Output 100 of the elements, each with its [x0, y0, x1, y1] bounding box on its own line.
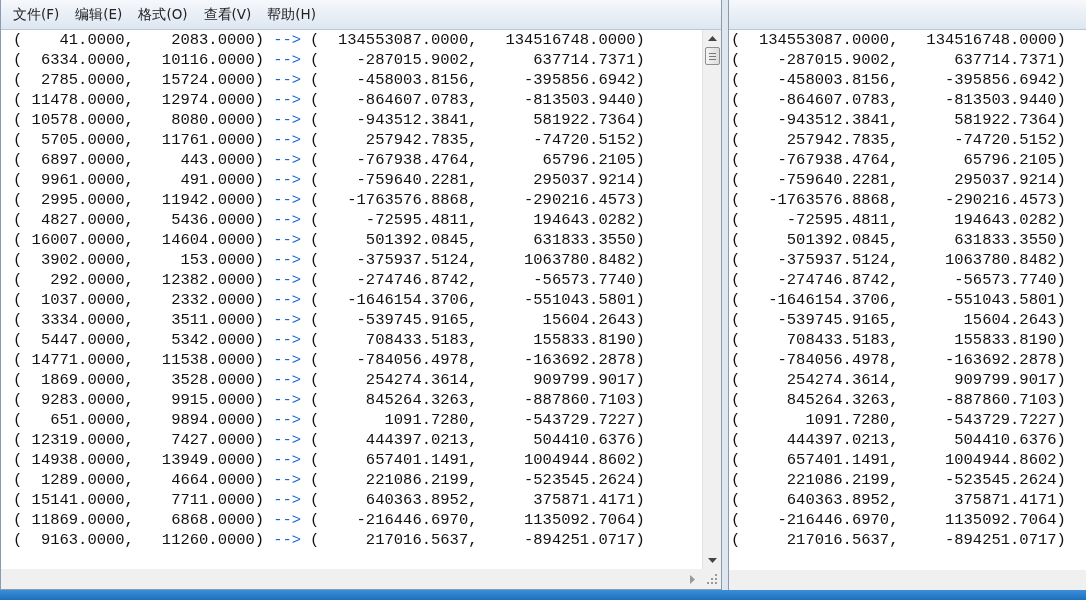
output-coordinates: ( 657401.1491, 1004944.8602): [731, 450, 1066, 470]
input-coordinates: ( 292.0000, 12382.0000): [13, 270, 265, 290]
arrow-symbol: -->: [273, 530, 302, 550]
output-coordinates: ( 501392.0845, 631833.3550): [310, 230, 645, 250]
input-coordinates: ( 1289.0000, 4664.0000): [13, 470, 265, 490]
arrow-symbol: -->: [273, 90, 302, 110]
scroll-down-icon[interactable]: [707, 558, 717, 563]
output-coordinates: ( 708433.5183, 155833.8190): [310, 330, 645, 350]
scroll-right-icon[interactable]: [690, 574, 695, 584]
input-coordinates: ( 14771.0000, 11538.0000): [13, 350, 265, 370]
output-coordinates: ( 708433.5183, 155833.8190): [731, 330, 1066, 350]
output-coordinates: ( -943512.3841, 581922.7364): [731, 110, 1066, 130]
input-coordinates: ( 41.0000, 2083.0000): [13, 30, 265, 50]
input-coordinates: ( 5447.0000, 5342.0000): [13, 330, 265, 350]
output-coordinates: ( -767938.4764, 65796.2105): [731, 150, 1066, 170]
grip-icon: [708, 52, 716, 60]
arrow-symbol: -->: [273, 470, 302, 490]
input-coordinates: ( 9283.0000, 9915.0000): [13, 390, 265, 410]
arrow-symbol: -->: [273, 450, 302, 470]
output-coordinates: ( -943512.3841, 581922.7364): [310, 110, 645, 130]
output-coordinates: ( 640363.8952, 375871.4171): [731, 490, 1066, 510]
vertical-scrollbar[interactable]: [702, 30, 721, 569]
arrow-symbol: -->: [273, 30, 302, 50]
scroll-thumb[interactable]: [704, 47, 720, 65]
input-coordinates: ( 14938.0000, 13949.0000): [13, 450, 265, 470]
output-coordinates: ( 221086.2199, -523545.2624): [310, 470, 645, 490]
arrow-symbol: -->: [273, 150, 302, 170]
output-coordinates: ( -458003.8156, -395856.6942): [731, 70, 1066, 90]
arrow-symbol: -->: [273, 70, 302, 90]
output-coordinates: ( 257942.7835, -74720.5152): [731, 130, 1066, 150]
arrow-symbol: -->: [273, 410, 302, 430]
input-coordinates: ( 9961.0000, 491.0000): [13, 170, 265, 190]
output-coordinates: ( 845264.3263, -887860.7103): [731, 390, 1066, 410]
menu-item[interactable]: 格式(O): [132, 2, 194, 27]
menu-item[interactable]: 文件(F): [7, 2, 66, 27]
output-coordinates: ( -274746.8742, -56573.7740): [310, 270, 645, 290]
output-coordinates: ( -1646154.3706, -551043.5801): [731, 290, 1066, 310]
arrow-symbol: -->: [273, 130, 302, 150]
arrow-symbol: -->: [273, 290, 302, 310]
input-coordinates: ( 651.0000, 9894.0000): [13, 410, 265, 430]
input-coordinates: ( 2995.0000, 11942.0000): [13, 190, 265, 210]
arrow-symbol: -->: [273, 510, 302, 530]
output-coordinates: ( -287015.9002, 637714.7371): [731, 50, 1066, 70]
scroll-up-icon[interactable]: [707, 36, 717, 41]
arrow-symbol: -->: [273, 250, 302, 270]
output-coordinates: ( 254274.3614, 909799.9017): [310, 370, 645, 390]
menu-item[interactable]: 编辑(E): [69, 2, 129, 27]
output-coordinates: ( -864607.0783, -813503.9440): [731, 90, 1066, 110]
output-coordinates: ( 657401.1491, 1004944.8602): [310, 450, 645, 470]
input-coordinates: ( 12319.0000, 7427.0000): [13, 430, 265, 450]
output-coordinates: ( 444397.0213, 504410.6376): [731, 430, 1066, 450]
output-coordinates: ( -759640.2281, 295037.9214): [310, 170, 645, 190]
output-coordinates: ( -767938.4764, 65796.2105): [310, 150, 645, 170]
arrow-symbol: -->: [273, 170, 302, 190]
arrow-symbol: -->: [273, 310, 302, 330]
arrow-symbol: -->: [273, 270, 302, 290]
input-coordinates: ( 2785.0000, 15724.0000): [13, 70, 265, 90]
output-coordinates: ( -784056.4978, -163692.2878): [731, 350, 1066, 370]
output-coordinates: ( 1091.7280, -543729.7227): [731, 410, 1066, 430]
output-coordinates: ( 257942.7835, -74720.5152): [310, 130, 645, 150]
input-coordinates: ( 1869.0000, 3528.0000): [13, 370, 265, 390]
input-coordinates: ( 4827.0000, 5436.0000): [13, 210, 265, 230]
input-coordinates: ( 11869.0000, 6868.0000): [13, 510, 265, 530]
output-coordinates: ( -375937.5124, 1063780.8482): [310, 250, 645, 270]
output-coordinates: ( 221086.2199, -523545.2624): [731, 470, 1066, 490]
output-coordinates: ( 134553087.0000, 134516748.0000): [310, 30, 645, 50]
output-coordinates: ( -864607.0783, -813503.9440): [310, 90, 645, 110]
arrow-symbol: -->: [273, 390, 302, 410]
output-coordinates: ( 501392.0845, 631833.3550): [731, 230, 1066, 250]
output-coordinates: ( 1091.7280, -543729.7227): [310, 410, 645, 430]
output-coordinates: ( -539745.9165, 15604.2643): [731, 310, 1066, 330]
output-coordinates: ( -375937.5124, 1063780.8482): [731, 250, 1066, 270]
output-coordinates: ( -287015.9002, 637714.7371): [310, 50, 645, 70]
menu-item[interactable]: 查看(V): [197, 2, 258, 27]
output-coordinates: ( 217016.5637, -894251.0717): [731, 530, 1066, 550]
menu-item[interactable]: 帮助(H): [261, 2, 323, 27]
output-coordinates: ( -539745.9165, 15604.2643): [310, 310, 645, 330]
arrow-symbol: -->: [273, 350, 302, 370]
output-coordinates: ( 845264.3263, -887860.7103): [310, 390, 645, 410]
output-coordinates: ( 217016.5637, -894251.0717): [310, 530, 645, 550]
arrow-symbol: -->: [273, 210, 302, 230]
input-coordinates: ( 6897.0000, 443.0000): [13, 150, 265, 170]
input-coordinates: ( 1037.0000, 2332.0000): [13, 290, 265, 310]
input-coordinates: ( 6334.0000, 10116.0000): [13, 50, 265, 70]
input-coordinates: ( 9163.0000, 11260.0000): [13, 530, 265, 550]
output-coordinates: ( -1763576.8868, -290216.4573): [310, 190, 645, 210]
input-coordinates: ( 11478.0000, 12974.0000): [13, 90, 265, 110]
output-coordinates: ( -1646154.3706, -551043.5801): [310, 290, 645, 310]
output-coordinates: ( 640363.8952, 375871.4171): [310, 490, 645, 510]
arrow-symbol: -->: [273, 430, 302, 450]
output-coordinates: ( -759640.2281, 295037.9214): [731, 170, 1066, 190]
arrow-symbol: -->: [273, 190, 302, 210]
output-coordinates: ( -72595.4811, 194643.0282): [310, 210, 645, 230]
input-coordinates: ( 16007.0000, 14604.0000): [13, 230, 265, 250]
resize-grip-icon[interactable]: [707, 574, 717, 584]
output-coordinates: ( -216446.6970, 1135092.7064): [731, 510, 1066, 530]
output-coordinates: ( -216446.6970, 1135092.7064): [310, 510, 645, 530]
output-coordinates: ( 254274.3614, 909799.9017): [731, 370, 1066, 390]
input-coordinates: ( 10578.0000, 8080.0000): [13, 110, 265, 130]
output-coordinates: ( -784056.4978, -163692.2878): [310, 350, 645, 370]
